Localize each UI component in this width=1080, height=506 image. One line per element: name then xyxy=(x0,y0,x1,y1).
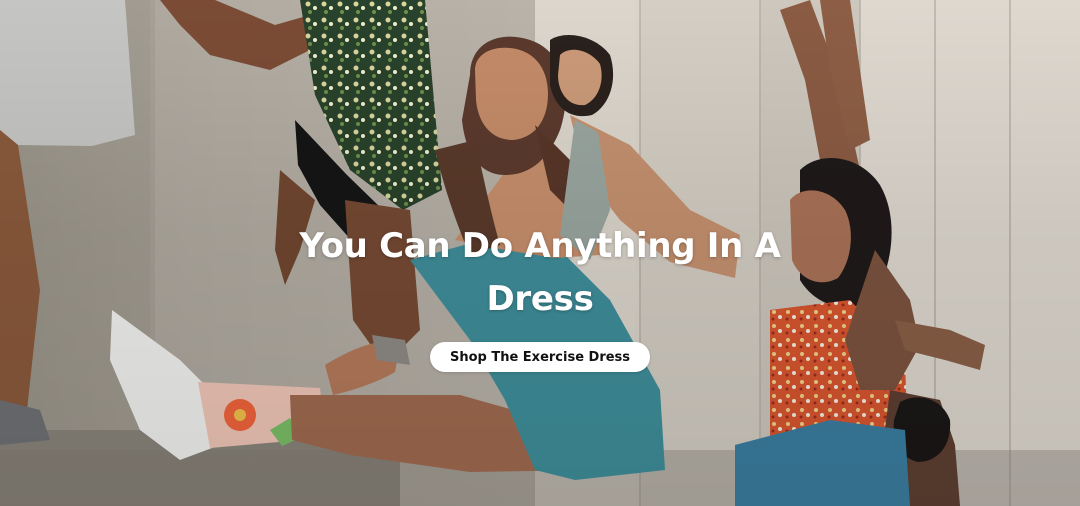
shop-exercise-dress-button[interactable]: Shop The Exercise Dress xyxy=(429,342,651,372)
hero-content: You Can Do Anything In A Dress Shop The … xyxy=(0,220,1080,372)
hero-banner: You Can Do Anything In A Dress Shop The … xyxy=(0,0,1080,506)
hero-headline: You Can Do Anything In A Dress xyxy=(299,226,781,319)
